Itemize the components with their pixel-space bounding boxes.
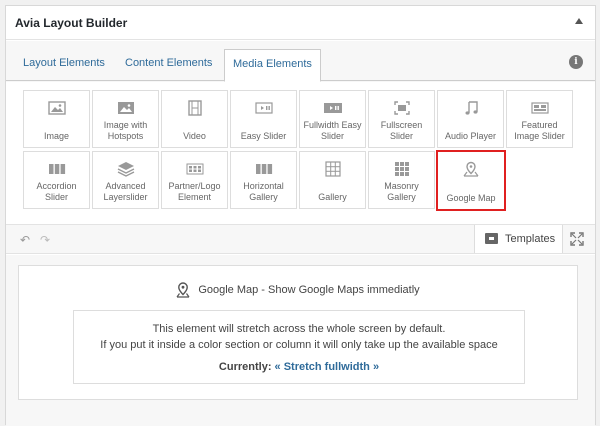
gallery-grid-icon (324, 161, 341, 177)
tile-label: Image with Hotspots (103, 120, 148, 141)
image-hotspots-icon (117, 102, 134, 114)
tile-featured-image-slider[interactable]: Featured Image Slider (506, 90, 573, 148)
layout-builder-panel: Avia Layout Builder Layout Elements Cont… (5, 5, 596, 426)
layers-icon (117, 162, 134, 177)
tile-label: Masonry Gallery (384, 181, 419, 202)
description-line-1: This element will stretch across the who… (152, 323, 446, 335)
element-header: Google Map - Show Google Maps immediatly (19, 282, 577, 298)
film-icon (187, 100, 202, 116)
tile-label: Image (43, 131, 69, 141)
slider-icon (254, 102, 273, 114)
music-note-icon (465, 101, 478, 115)
tile-label: Easy Slider (240, 131, 287, 141)
tile-label: Horizontal Gallery (243, 181, 284, 202)
tile-accordion-slider[interactable]: Accordion Slider (23, 151, 90, 209)
tile-label: Fullwidth Easy Slider (303, 120, 362, 141)
tab-layout-elements[interactable]: Layout Elements (23, 57, 105, 69)
templates-label: Templates (505, 233, 556, 245)
stretch-fullwidth-link[interactable]: « Stretch fullwidth » (275, 361, 380, 373)
google-map-element[interactable]: Google Map - Show Google Maps immediatly… (18, 265, 578, 400)
tile-fullwidth-easy-slider[interactable]: Fullwidth Easy Slider (299, 90, 366, 148)
panel-header: Avia Layout Builder (6, 6, 595, 40)
tile-audio-player[interactable]: Audio Player (437, 90, 504, 148)
tile-label: Gallery (318, 192, 347, 202)
tile-label: Advanced Layerslider (103, 181, 148, 202)
map-pin-icon (176, 282, 190, 298)
fullscreen-icon (393, 101, 410, 115)
tile-label: Video (183, 131, 206, 141)
builder-canvas: Google Map - Show Google Maps immediatly… (6, 255, 595, 426)
masonry-icon (394, 162, 409, 176)
tile-video[interactable]: Video (161, 90, 228, 148)
tile-horizontal-gallery[interactable]: Horizontal Gallery (230, 151, 297, 209)
tile-fullscreen-slider[interactable]: Fullscreen Slider (368, 90, 435, 148)
currently-label: Currently: (218, 361, 272, 373)
tab-content-elements[interactable]: Content Elements (125, 57, 212, 69)
logo-grid-icon (186, 163, 203, 175)
tab-bar: Layout Elements Content Elements Media E… (6, 41, 595, 82)
tile-masonry-gallery[interactable]: Masonry Gallery (368, 151, 435, 209)
currently-setting: Currently: « Stretch fullwidth » (74, 359, 524, 375)
info-icon[interactable]: i (569, 55, 583, 69)
tile-label: Featured Image Slider (514, 120, 565, 141)
tile-image[interactable]: Image (23, 90, 90, 148)
tile-gallery[interactable]: Gallery (299, 151, 366, 209)
templates-button[interactable]: Templates (474, 225, 563, 253)
tile-advanced-layerslider[interactable]: Advanced Layerslider (92, 151, 159, 209)
undo-icon[interactable]: ↶ (20, 233, 30, 247)
tile-label: Accordion Slider (36, 181, 77, 202)
collapse-arrow-icon[interactable] (575, 18, 583, 24)
description-line-2: If you put it inside a color section or … (100, 339, 498, 351)
panel-title: Avia Layout Builder (15, 16, 128, 30)
featured-slider-icon (530, 102, 549, 114)
tile-google-map[interactable]: Google Map (436, 150, 506, 211)
tile-easy-slider[interactable]: Easy Slider (230, 90, 297, 148)
fullwidth-slider-icon (323, 103, 342, 113)
redo-icon[interactable]: ↷ (40, 233, 50, 247)
tabs-area: Layout Elements Content Elements Media E… (6, 41, 595, 222)
element-title: Google Map - Show Google Maps immediatly (198, 283, 420, 296)
element-description: This element will stretch across the who… (73, 310, 525, 384)
tile-image-hotspots[interactable]: Image with Hotspots (92, 90, 159, 148)
tile-label: Fullscreen Slider (380, 120, 423, 141)
tile-label: Google Map (446, 193, 496, 203)
tab-media-elements[interactable]: Media Elements (224, 49, 321, 82)
tile-label: Partner/Logo Element (168, 181, 221, 202)
accordion-icon (48, 164, 65, 174)
media-elements-grid: Image Image with Hotspots Video Easy Sli… (6, 82, 595, 222)
templates-box-icon (485, 233, 498, 244)
builder-toolbar: ↶ ↷ Templates (6, 224, 595, 254)
tile-label: Audio Player (444, 131, 497, 141)
map-pin-icon (463, 161, 479, 177)
expand-fullscreen-icon[interactable] (570, 232, 584, 246)
horizontal-gallery-icon (255, 164, 272, 174)
image-icon (47, 101, 66, 115)
tile-partner-logo-element[interactable]: Partner/Logo Element (161, 151, 228, 209)
